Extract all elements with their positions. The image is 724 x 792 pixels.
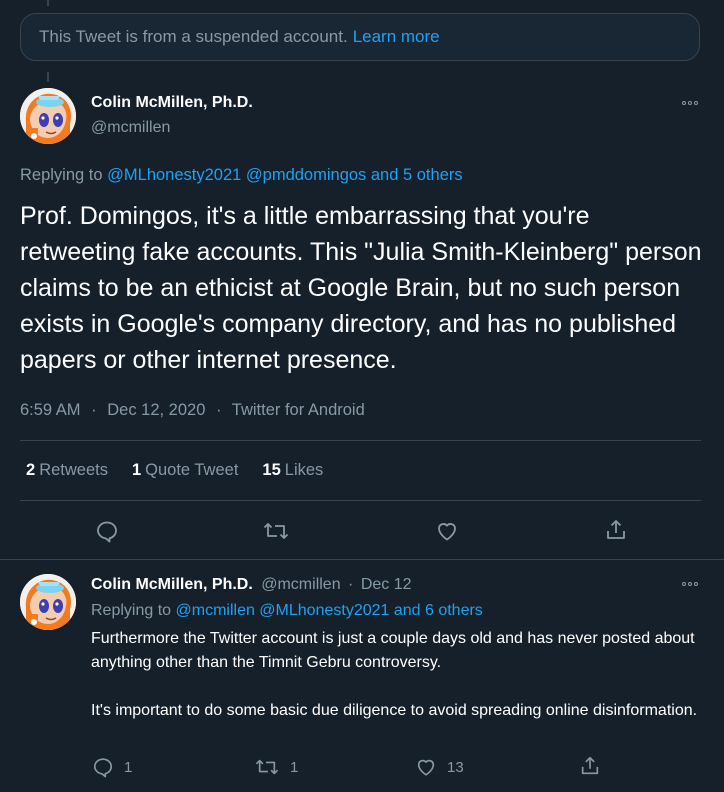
like-icon — [438, 523, 456, 541]
retweet-count: 1 — [290, 758, 299, 776]
reply-header: Colin McMillen, Ph.D. @mcmillen · Dec 12 — [91, 576, 412, 594]
divider — [20, 500, 701, 501]
header-separator: · — [348, 576, 354, 593]
tweet-meta: 6:59 AM · Dec 12, 2020 · Twitter for And… — [20, 401, 365, 420]
replying-to-prefix: Replying to — [20, 166, 103, 184]
reply-tweet-text: Furthermore the Twitter account is just … — [91, 627, 711, 723]
reply-paragraph: Furthermore the Twitter account is just … — [91, 630, 695, 671]
author-name[interactable]: Colin McMillen, Ph.D. — [91, 94, 253, 111]
retweet-button[interactable]: 1 — [254, 756, 298, 778]
quotes-label: Quote Tweet — [145, 461, 239, 479]
learn-more-link[interactable]: Learn more — [353, 27, 440, 47]
retweet-icon — [255, 759, 279, 775]
author-name[interactable]: Colin McMillen, Ph.D. — [91, 576, 253, 593]
tweet-stats: 2 Retweets 1 Quote Tweet 15 Likes — [26, 461, 323, 480]
thread-connector-top — [47, 0, 49, 6]
retweet-icon — [263, 523, 289, 539]
quotes-stat[interactable]: 1 Quote Tweet — [132, 461, 238, 480]
replying-to-mentions[interactable]: @MLhonesty2021 @pmddomingos and 5 others — [107, 166, 462, 184]
retweet-button[interactable] — [262, 519, 290, 543]
avatar-image — [20, 574, 76, 630]
like-count: 13 — [447, 758, 464, 776]
avatar-image — [20, 88, 76, 144]
share-button[interactable] — [604, 518, 628, 542]
share-button[interactable] — [579, 755, 601, 777]
tweet-time[interactable]: 6:59 AM — [20, 401, 81, 419]
like-button[interactable] — [435, 519, 459, 543]
reply-button[interactable] — [95, 519, 119, 543]
like-icon — [417, 759, 435, 776]
retweets-count: 2 — [26, 461, 36, 479]
likes-stat[interactable]: 15 Likes — [262, 461, 323, 480]
share-icon — [607, 520, 625, 539]
meta-separator: · — [215, 401, 222, 419]
tweet-date[interactable]: Dec 12, 2020 — [107, 401, 205, 419]
author-name-row: Colin McMillen, Ph.D. — [91, 94, 253, 112]
thread-connector-mid — [47, 72, 49, 82]
author-handle[interactable]: @mcmillen — [261, 576, 340, 593]
reply-paragraph: It's important to do some basic due dili… — [91, 702, 698, 719]
reply-button[interactable]: 1 — [92, 756, 132, 778]
likes-label: Likes — [284, 461, 324, 479]
more-icon[interactable] — [678, 96, 702, 110]
more-icon[interactable] — [678, 577, 702, 591]
reply-icon — [97, 521, 117, 543]
replying-to-prefix: Replying to — [91, 602, 172, 619]
quotes-count: 1 — [131, 461, 142, 479]
reply-icon — [93, 758, 113, 778]
retweets-label: Retweets — [39, 461, 108, 479]
avatar[interactable] — [20, 88, 76, 144]
divider — [20, 440, 701, 441]
replying-to: Replying to @mcmillen @MLhonesty2021 and… — [91, 602, 483, 620]
reply-count: 1 — [124, 758, 133, 776]
divider — [0, 559, 724, 560]
like-button[interactable]: 13 — [415, 756, 464, 778]
author-handle[interactable]: @mcmillen — [91, 119, 170, 137]
replying-to: Replying to @MLhonesty2021 @pmddomingos … — [20, 166, 463, 185]
reply-date[interactable]: Dec 12 — [361, 576, 412, 593]
retweets-stat[interactable]: 2 Retweets — [26, 461, 108, 480]
suspended-notice: This Tweet is from a suspended account. … — [20, 13, 700, 61]
tweet-source[interactable]: Twitter for Android — [232, 401, 365, 419]
likes-count: 15 — [262, 461, 281, 479]
avatar[interactable] — [20, 574, 76, 630]
replying-to-mentions[interactable]: @mcmillen @MLhonesty2021 and 6 others — [176, 602, 483, 619]
meta-separator: · — [91, 401, 97, 419]
tweet-text: Prof. Domingos, it's a little embarrassi… — [20, 202, 702, 374]
share-icon — [581, 756, 599, 775]
suspended-text: This Tweet is from a suspended account. — [39, 27, 348, 46]
